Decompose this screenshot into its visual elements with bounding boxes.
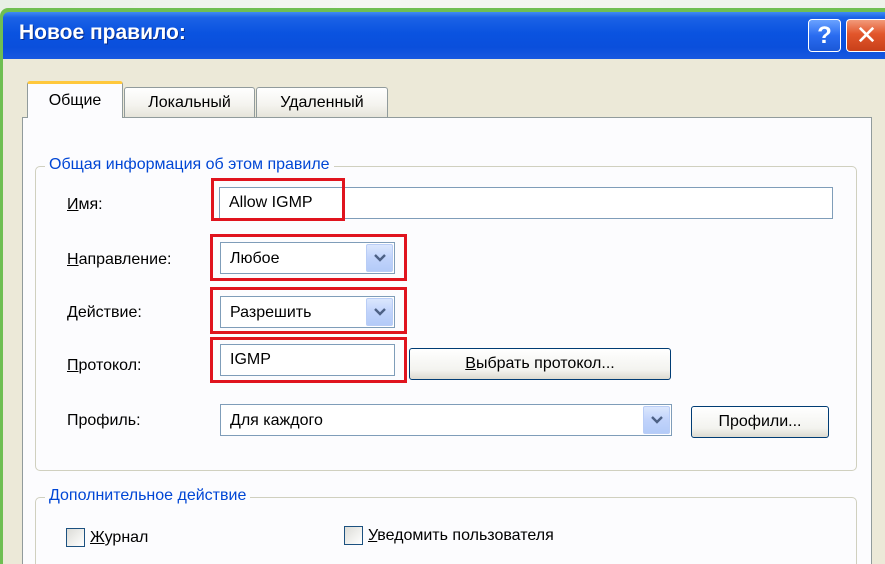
choose-protocol-button[interactable]: Выбрать протокол... — [409, 348, 671, 380]
log-label[interactable]: Журнал — [90, 529, 148, 547]
question-mark-icon: ? — [817, 21, 832, 49]
group-legend: Дополнительное действие — [45, 487, 251, 505]
close-x-icon: ✕ — [855, 20, 878, 50]
profile-value: Для каждого — [230, 412, 323, 429]
profile-label: Профиль: — [67, 412, 141, 429]
tab-label: Общие — [48, 92, 102, 109]
profile-dropdown-button[interactable] — [643, 406, 670, 434]
name-value: Allow IGMP — [229, 194, 313, 211]
action-dropdown-button[interactable] — [366, 298, 393, 326]
new-rule-dialog: Новое правило: ? ✕ Общие Локальный Удале… — [0, 8, 885, 564]
chevron-down-icon — [650, 415, 663, 424]
direction-select[interactable]: Любое — [220, 242, 395, 274]
tab-local[interactable]: Локальный — [124, 87, 255, 117]
profiles-button-label: Профили... — [718, 413, 802, 430]
tab-label: Удаленный — [280, 93, 364, 111]
tab-remote[interactable]: Удаленный — [256, 87, 388, 117]
help-button[interactable]: ? — [808, 19, 841, 52]
close-button[interactable]: ✕ — [846, 19, 885, 52]
direction-dropdown-button[interactable] — [366, 244, 393, 272]
dialog-client-area: Общие Локальный Удаленный Общая информац… — [3, 59, 885, 564]
direction-value: Любое — [230, 250, 280, 267]
name-input[interactable]: Allow IGMP — [219, 187, 833, 219]
protocol-label: Протокол: — [67, 357, 142, 374]
action-value: Разрешить — [230, 304, 312, 321]
protocol-value: IGMP — [230, 351, 271, 368]
desktop: Новое правило: ? ✕ Общие Локальный Удале… — [0, 0, 885, 564]
action-select[interactable]: Разрешить — [220, 296, 395, 328]
action-label: Действие: — [67, 304, 142, 321]
choose-protocol-label: Выбрать протокол... — [465, 355, 615, 372]
group-legend: Общая информация об этом правиле — [45, 156, 334, 174]
title-bar[interactable]: Новое правило: ? ✕ — [3, 12, 885, 59]
protocol-input[interactable]: IGMP — [220, 344, 395, 376]
profiles-button[interactable]: Профили... — [691, 406, 829, 438]
chevron-down-icon — [373, 253, 386, 262]
notify-user-label[interactable]: Уведомить пользователя — [368, 527, 554, 545]
log-checkbox[interactable] — [66, 528, 85, 547]
direction-label: Направление: — [67, 251, 172, 268]
tab-general[interactable]: Общие — [27, 81, 123, 118]
tab-label: Локальный — [148, 93, 231, 111]
name-label: Имя: — [67, 196, 103, 213]
window-title: Новое правило: — [19, 21, 186, 44]
notify-user-checkbox[interactable] — [344, 526, 363, 545]
chevron-down-icon — [373, 307, 386, 316]
profile-select[interactable]: Для каждого — [220, 404, 672, 436]
